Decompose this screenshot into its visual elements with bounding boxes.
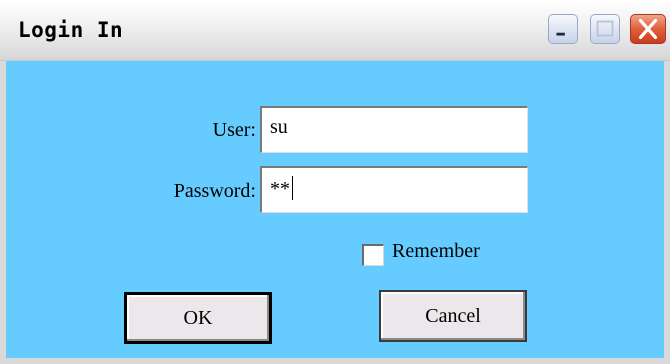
password-label: Password:: [173, 180, 256, 202]
ok-button-label: OK: [183, 306, 213, 329]
close-button[interactable]: [630, 14, 666, 44]
login-dialog: Login In User: su Password: ** Remember …: [0, 0, 670, 364]
maximize-button[interactable]: [590, 14, 620, 44]
minimize-icon: [556, 32, 565, 36]
password-input-value: **: [270, 178, 290, 200]
close-icon: [638, 18, 658, 40]
text-caret: [292, 176, 293, 200]
minimize-button[interactable]: [548, 14, 578, 44]
title-bar[interactable]: Login In: [0, 0, 670, 61]
maximize-icon: [596, 20, 614, 37]
cancel-button-label: Cancel: [425, 304, 481, 327]
remember-checkbox[interactable]: [362, 244, 384, 266]
remember-label[interactable]: Remember: [392, 240, 480, 263]
window-title: Login In: [18, 18, 124, 42]
cancel-button[interactable]: Cancel: [379, 290, 527, 342]
user-input[interactable]: su: [260, 106, 528, 153]
ok-button[interactable]: OK: [124, 292, 272, 344]
password-input[interactable]: **: [260, 166, 528, 213]
user-label: User:: [212, 119, 256, 141]
user-input-value: su: [270, 116, 288, 138]
